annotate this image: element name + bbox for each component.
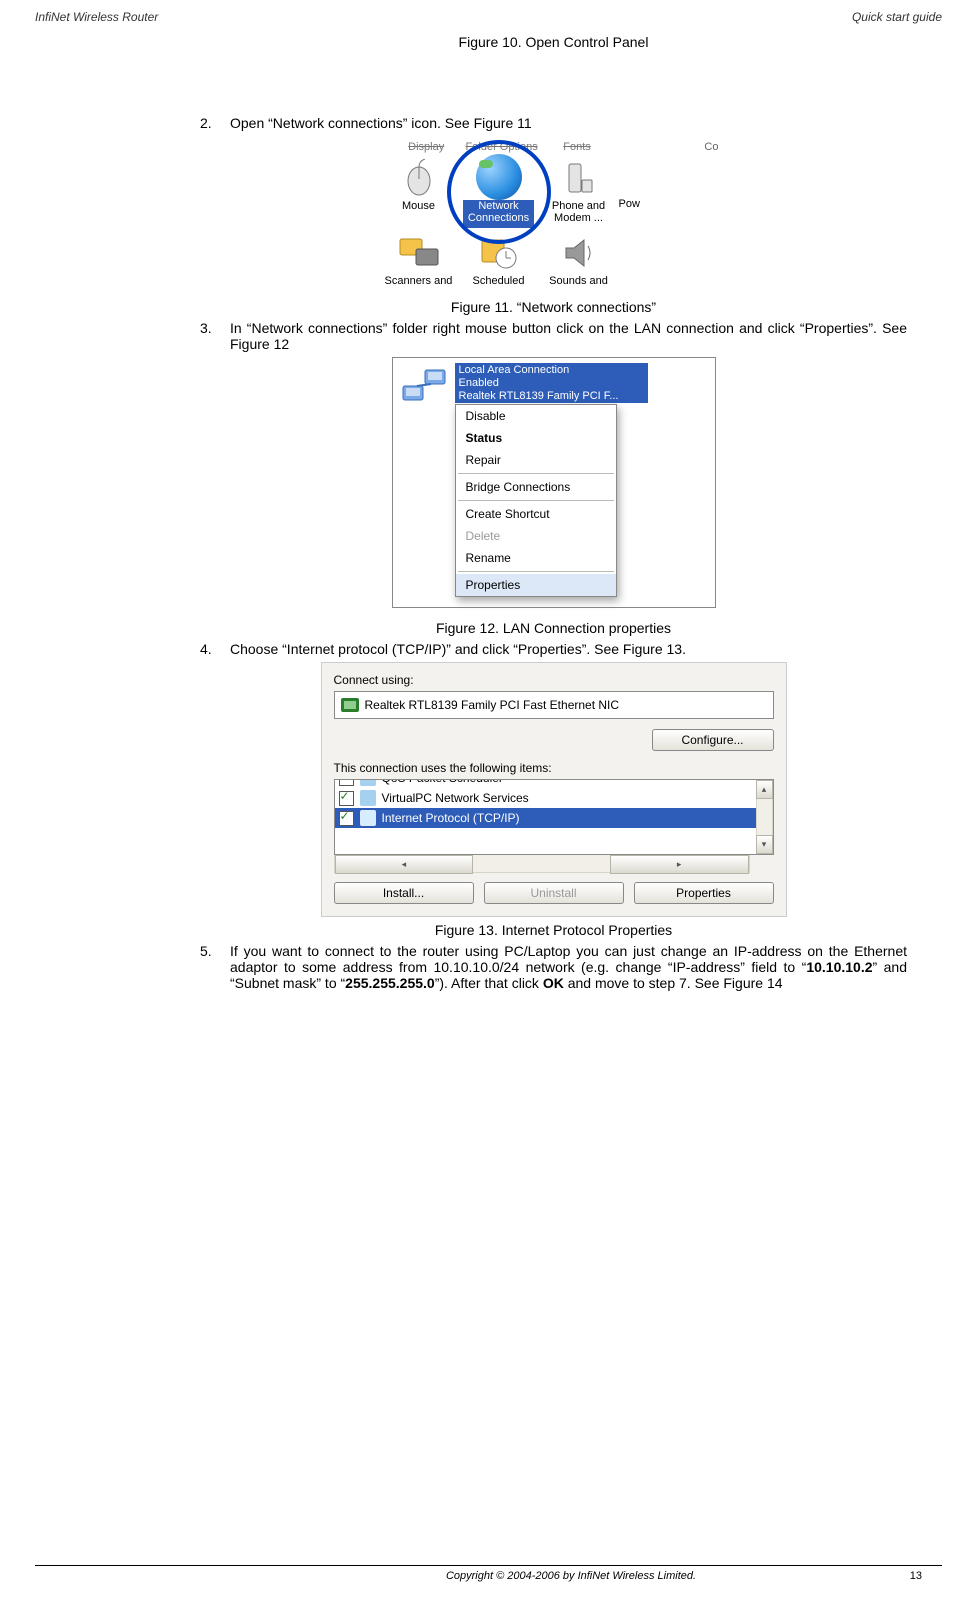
step-5: 5. If you want to connect to the router … [200, 943, 907, 991]
page-footer: Copyright © 2004-2006 by InfiNet Wireles… [0, 1565, 977, 1582]
tcpip-checkbox[interactable] [339, 811, 354, 826]
ctx-disable[interactable]: Disable [456, 405, 616, 427]
cp-folder-partial: Folder Options [464, 141, 539, 153]
ctx-bridge[interactable]: Bridge Connections [456, 476, 616, 498]
step-3-text: In “Network connections” folder right mo… [230, 320, 907, 352]
items-scrollbar[interactable]: ▴ ▾ [756, 780, 773, 854]
network-label: NetworkConnections [463, 200, 534, 228]
footer-separator [35, 1565, 942, 1566]
lan-connection-icon [401, 366, 447, 404]
copyright: Copyright © 2004-2006 by InfiNet Wireles… [260, 1570, 882, 1582]
virtpc-icon [360, 790, 376, 806]
ctx-separator-2 [458, 500, 614, 501]
page-header: InfiNet Wireless Router Quick start guid… [0, 0, 977, 24]
uses-items-label: This connection uses the following items… [334, 761, 774, 775]
cp-co-partial: Co [690, 141, 718, 153]
globe-icon [476, 154, 522, 200]
ctx-separator-1 [458, 473, 614, 474]
figure-11-caption: Figure 11. “Network connections” [200, 299, 907, 315]
ctx-repair[interactable]: Repair [456, 449, 616, 471]
connect-using-label: Connect using: [334, 673, 774, 687]
virtpc-label: VirtualPC Network Services [382, 791, 529, 805]
step-5-text: If you want to connect to the router usi… [230, 943, 907, 991]
scanners-icon[interactable]: Scanners and [379, 233, 459, 287]
phone-modem-icon[interactable]: Phone andModem ... [539, 158, 619, 228]
header-left: InfiNet Wireless Router [35, 10, 158, 24]
qos-icon [360, 779, 376, 786]
control-panel-icons: Display Folder Options Fonts Co Mouse [379, 136, 729, 297]
lan-title-block[interactable]: Local Area Connection Enabled Realtek RT… [455, 363, 648, 403]
sounds-icon[interactable]: Sounds and [539, 233, 619, 287]
phone-label: Phone andModem ... [539, 200, 619, 224]
qos-checkbox[interactable] [339, 779, 354, 786]
lan-context-panel: Local Area Connection Enabled Realtek RT… [392, 357, 716, 608]
scroll-left-icon[interactable]: ◂ [335, 855, 474, 874]
sounds-label: Sounds and [539, 275, 619, 287]
mouse-label: Mouse [379, 200, 459, 212]
cp-top-partial-row: Display Folder Options Fonts Co [379, 141, 729, 158]
ctx-rename[interactable]: Rename [456, 547, 616, 569]
ctx-properties[interactable]: Properties [456, 574, 616, 596]
step-3: 3. In “Network connections” folder right… [200, 320, 907, 352]
cp-display-partial: Display [389, 141, 464, 153]
lan-title: Local Area Connection [459, 364, 570, 376]
ctx-delete: Delete [456, 525, 616, 547]
step-4: 4. Choose “Internet protocol (TCP/IP)” a… [200, 641, 907, 657]
scheduled-label: Scheduled [459, 275, 539, 287]
page-content: Figure 10. Open Control Panel 2. Open “N… [0, 24, 977, 991]
step-2-number: 2. [200, 115, 230, 131]
adapter-icon [341, 698, 359, 712]
properties-panel: Connect using: Realtek RTL8139 Family PC… [321, 662, 787, 917]
cp-fonts-partial: Fonts [539, 141, 614, 153]
ctx-status[interactable]: Status [456, 427, 616, 449]
header-right: Quick start guide [852, 10, 942, 24]
scroll-down-icon[interactable]: ▾ [756, 835, 773, 854]
item-qos[interactable]: QoS Packet Scheduler [335, 779, 756, 788]
step-3-number: 3. [200, 320, 230, 352]
qos-label: QoS Packet Scheduler [382, 779, 503, 785]
virtpc-checkbox[interactable] [339, 791, 354, 806]
step-2-text: Open “Network connections” icon. See Fig… [230, 115, 907, 131]
lan-enabled: Enabled [459, 377, 499, 389]
figure-10-caption: Figure 10. Open Control Panel [200, 34, 907, 50]
scanners-label: Scanners and [379, 275, 459, 287]
scheduled-icon[interactable]: Scheduled [459, 233, 539, 287]
step-4-number: 4. [200, 641, 230, 657]
figure-12-caption: Figure 12. LAN Connection properties [200, 620, 907, 636]
tcpip-label: Internet Protocol (TCP/IP) [382, 811, 520, 825]
uninstall-button: Uninstall [484, 882, 624, 904]
step-2: 2. Open “Network connections” icon. See … [200, 115, 907, 131]
scroll-track[interactable] [756, 799, 773, 835]
ctx-shortcut[interactable]: Create Shortcut [456, 503, 616, 525]
adapter-name: Realtek RTL8139 Family PCI Fast Ethernet… [365, 698, 620, 712]
tcpip-icon [360, 810, 376, 826]
scroll-right-icon[interactable]: ▸ [610, 855, 749, 874]
page-number: 13 [882, 1570, 922, 1582]
network-connections-icon[interactable]: NetworkConnections [459, 158, 539, 228]
mouse-icon[interactable]: Mouse [379, 158, 459, 228]
configure-button[interactable]: Configure... [652, 729, 774, 751]
item-tcpip[interactable]: Internet Protocol (TCP/IP) [335, 808, 756, 828]
install-button[interactable]: Install... [334, 882, 474, 904]
context-menu: Disable Status Repair Bridge Connections… [455, 404, 617, 597]
adapter-field[interactable]: Realtek RTL8139 Family PCI Fast Ethernet… [334, 691, 774, 719]
lan-adapter: Realtek RTL8139 Family PCI F... [459, 390, 619, 402]
items-listbox[interactable]: QoS Packet Scheduler VirtualPC Network S… [334, 779, 774, 855]
figure-13-caption: Figure 13. Internet Protocol Properties [200, 922, 907, 938]
pow-partial-label: Pow [619, 158, 649, 228]
step-4-text: Choose “Internet protocol (TCP/IP)” and … [230, 641, 907, 657]
properties-button[interactable]: Properties [634, 882, 774, 904]
ctx-separator-3 [458, 571, 614, 572]
scroll-up-icon[interactable]: ▴ [756, 780, 773, 799]
step-5-number: 5. [200, 943, 230, 991]
item-virtualpc[interactable]: VirtualPC Network Services [335, 788, 756, 808]
